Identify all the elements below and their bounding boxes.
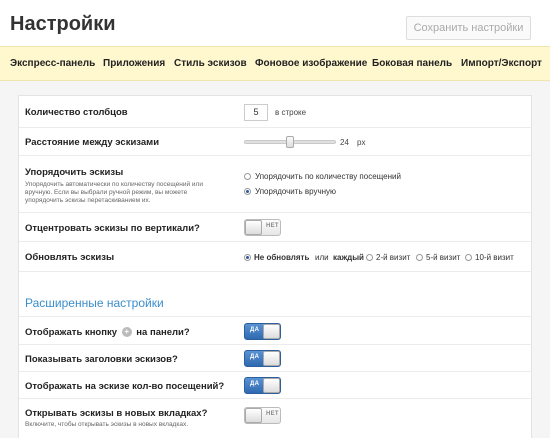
save-settings-button[interactable]: Сохранить настройки (406, 16, 531, 40)
show-visits-label: Отображать на эскизе кол-во посещений? (25, 381, 225, 392)
tab-background-image[interactable]: Фоновое изображение (255, 47, 367, 80)
tab-thumbnail-style[interactable]: Стиль эскизов (174, 47, 247, 80)
or-label: или (315, 253, 329, 262)
no-refresh-radio[interactable] (244, 254, 251, 261)
tab-sidebar[interactable]: Боковая панель (372, 47, 452, 80)
sort-row: Упорядочить эскизы Упорядочить автоматич… (19, 156, 531, 213)
show-button-row: Отображать кнопку + на панели? ДА (19, 316, 531, 345)
slider-thumb[interactable] (286, 136, 294, 148)
visit-5-label[interactable]: 5-й визит (426, 253, 460, 262)
page-title: Настройки (10, 13, 116, 35)
refresh-label: Обновлять эскизы (25, 252, 115, 263)
new-tabs-label: Открывать эскизы в новых вкладках? (25, 408, 208, 419)
visit-2-label[interactable]: 2-й визит (376, 253, 410, 262)
columns-input[interactable]: 5 (244, 104, 268, 121)
columns-suffix: в строке (275, 108, 307, 117)
toggle-knob (245, 220, 262, 235)
tab-bar: Экспресс-панель Приложения Стиль эскизов… (0, 46, 550, 81)
tab-applications[interactable]: Приложения (103, 47, 165, 80)
content-area: Количество столбцов 5 в строке Расстояни… (0, 81, 550, 438)
sort-by-visits-label[interactable]: Упорядочить по количеству посещений (255, 172, 401, 181)
sort-by-visits-radio[interactable] (244, 173, 251, 180)
toggle-text: ДА (250, 381, 260, 387)
toggle-knob (263, 351, 280, 366)
sort-manual-radio[interactable] (244, 188, 251, 195)
new-tabs-toggle[interactable]: НЕТ (244, 407, 281, 424)
new-tabs-row: Открывать эскизы в новых вкладках? Включ… (19, 399, 531, 438)
no-refresh-label[interactable]: Не обновлять (254, 253, 309, 262)
spacing-slider[interactable] (244, 136, 336, 148)
toggle-knob (263, 378, 280, 393)
refresh-row: Обновлять эскизы Не обновлять или каждый… (19, 242, 531, 272)
toggle-knob (245, 408, 262, 423)
toggle-text: НЕТ (266, 411, 279, 417)
show-titles-row: Показывать заголовки эскизов? ДА (19, 345, 531, 372)
visit-10-label[interactable]: 10-й визит (475, 253, 514, 262)
every-label: каждый (333, 253, 364, 262)
visit-5-radio[interactable] (416, 254, 423, 261)
show-visits-row: Отображать на эскизе кол-во посещений? Д… (19, 372, 531, 399)
settings-panel: Количество столбцов 5 в строке Расстояни… (18, 95, 532, 438)
show-button-label-before: Отображать кнопку (25, 327, 118, 338)
show-titles-toggle[interactable]: ДА (244, 350, 281, 367)
spacing-unit: px (357, 138, 366, 147)
spacing-row: Расстояние между эскизами 24 px (19, 128, 531, 156)
show-button-label: Отображать кнопку + на панели? (25, 327, 190, 338)
visit-2-radio[interactable] (366, 254, 373, 261)
columns-label: Количество столбцов (25, 107, 128, 118)
center-toggle[interactable]: НЕТ (244, 219, 281, 236)
top-bar: Настройки Сохранить настройки (0, 0, 550, 46)
tab-import-export[interactable]: Импорт/Экспорт (461, 47, 542, 80)
toggle-knob (263, 324, 280, 339)
toggle-text: ДА (250, 354, 260, 360)
show-titles-label: Показывать заголовки эскизов? (25, 354, 178, 365)
center-label: Отцентровать эскизы по вертикали? (25, 223, 200, 234)
columns-row: Количество столбцов 5 в строке (19, 96, 531, 128)
sort-manual-label[interactable]: Упорядочить вручную (255, 187, 336, 196)
show-button-toggle[interactable]: ДА (244, 323, 281, 340)
toggle-text: НЕТ (266, 223, 279, 229)
spacing-value: 24 (340, 138, 349, 147)
center-row: Отцентровать эскизы по вертикали? НЕТ (19, 213, 531, 242)
visit-10-radio[interactable] (465, 254, 472, 261)
advanced-settings-title: Расширенные настройки (25, 296, 164, 310)
toggle-text: ДА (250, 327, 260, 333)
show-visits-toggle[interactable]: ДА (244, 377, 281, 394)
sort-label: Упорядочить эскизы (25, 167, 124, 178)
tab-express-panel[interactable]: Экспресс-панель (10, 47, 95, 80)
spacing-label: Расстояние между эскизами (25, 137, 160, 148)
show-button-label-after: на панели? (136, 327, 190, 338)
plus-icon: + (121, 327, 132, 338)
sort-description: Упорядочить автоматически по количеству … (25, 181, 203, 204)
